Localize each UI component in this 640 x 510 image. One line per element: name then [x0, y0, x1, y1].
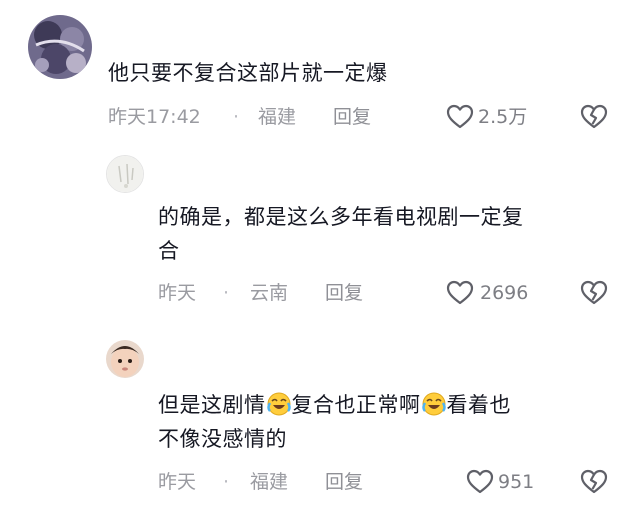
like-count: 951 — [498, 471, 535, 493]
separator-dot: · — [223, 282, 230, 304]
comment-time: 昨天 — [158, 471, 197, 493]
heart-icon[interactable] — [446, 280, 474, 306]
reply-button[interactable]: 回复 — [325, 278, 363, 308]
broken-heart-icon[interactable] — [580, 469, 608, 495]
comment-text-part: 但是这剧情 — [158, 393, 266, 417]
heart-icon[interactable] — [446, 104, 474, 130]
broken-heart-icon[interactable] — [580, 104, 608, 130]
avatar[interactable] — [28, 15, 92, 79]
laugh-cry-emoji-icon — [421, 392, 446, 416]
avatar[interactable] — [106, 155, 144, 193]
reply-button[interactable]: 回复 — [325, 467, 363, 497]
comment-meta: 昨天17:42 · 福建 回复 2.5万 — [0, 102, 640, 132]
comment-meta: 昨天 · 福建 回复 951 — [0, 467, 640, 497]
comment-meta: 昨天 · 云南 回复 2696 — [0, 278, 640, 308]
comment-location: 云南 — [250, 282, 289, 304]
reply-button[interactable]: 回复 — [333, 102, 371, 132]
broken-heart-icon[interactable] — [580, 280, 608, 306]
heart-icon[interactable] — [466, 469, 494, 495]
like-count: 2696 — [480, 282, 529, 304]
comment-3: 但是这剧情 复合也正常啊 看着也 不像没感情的 昨天 · 福建 回复 951 — [0, 320, 640, 510]
comment-text-line-2: 不像没感情的 — [158, 427, 287, 451]
comment-2: 的确是，都是这么多年看电视剧一定复 合 昨天 · 云南 回复 2696 — [0, 140, 640, 320]
like-count: 2.5万 — [478, 106, 528, 128]
comment-time: 昨天 — [158, 282, 197, 304]
comment-time: 昨天17:42 — [108, 106, 201, 128]
comment-text-line-1: 但是这剧情 复合也正常啊 看着也 — [158, 388, 511, 422]
comment-text-line-2: 合 — [158, 239, 180, 263]
separator-dot: · — [233, 106, 240, 128]
comment-text-line-1: 的确是，都是这么多年看电视剧一定复 — [158, 205, 524, 229]
comment-1: 他只要不复合这部片就一定爆 昨天17:42 · 福建 回复 2.5万 — [0, 0, 640, 140]
avatar[interactable] — [106, 340, 144, 378]
comment-text: 他只要不复合这部片就一定爆 — [108, 61, 388, 85]
comment-location: 福建 — [258, 106, 297, 128]
laugh-cry-emoji-icon — [266, 392, 291, 416]
comment-location: 福建 — [250, 471, 289, 493]
comment-text-part: 看着也 — [446, 393, 511, 417]
comment-text-part: 复合也正常啊 — [291, 393, 421, 417]
separator-dot: · — [223, 471, 230, 493]
